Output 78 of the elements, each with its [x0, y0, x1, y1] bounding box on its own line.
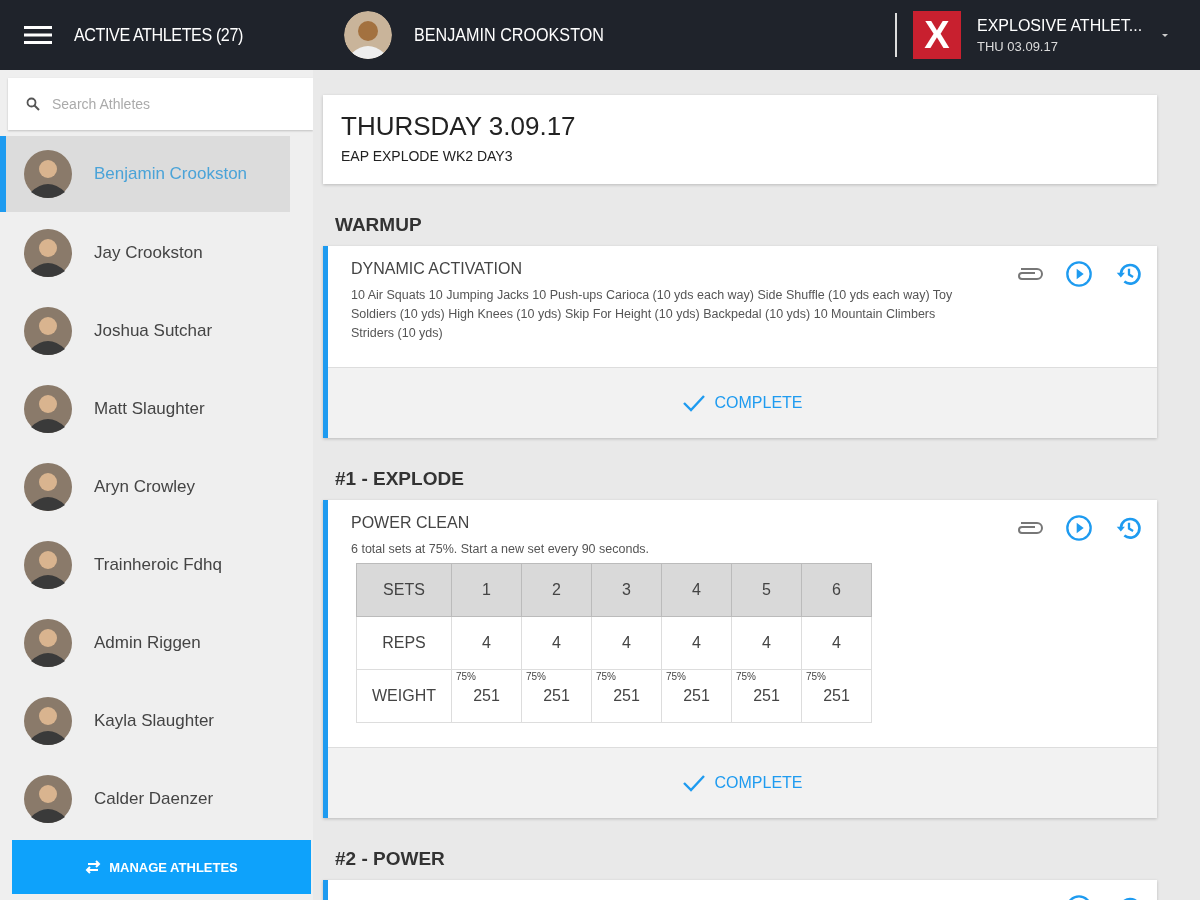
cell-value: 4	[622, 634, 631, 651]
exercise-description: 6 total sets at 75%. Start a new set every 90 seconds.	[351, 541, 651, 558]
avatar	[344, 11, 392, 59]
section-heading: #1 - EXPLODE	[335, 468, 465, 490]
percent-label: 75%	[456, 671, 476, 682]
menu-icon[interactable]	[24, 25, 52, 45]
avatar	[24, 385, 72, 433]
percent-label: 75%	[666, 671, 686, 682]
percent-label: 75%	[736, 671, 756, 682]
athlete-name: Kayla Slaughter	[94, 711, 215, 731]
athlete-item[interactable]: Trainheroic Fdhq	[0, 526, 290, 604]
cell-value: 4	[692, 634, 701, 651]
athlete-item[interactable]: Jay Crookston	[0, 214, 290, 292]
exercise-name: POWER CLEAN	[351, 514, 470, 532]
avatar	[24, 541, 72, 589]
avatar	[24, 697, 72, 745]
caret-icon[interactable]	[1162, 33, 1168, 37]
percent-label: 75%	[596, 671, 616, 682]
athlete-name: Benjamin Crookston	[94, 164, 248, 184]
logo: X	[913, 11, 961, 59]
athlete-item[interactable]: Matt Slaughter	[0, 370, 290, 448]
table-header-cell: 5	[731, 563, 802, 617]
avatar	[24, 150, 72, 198]
search-field[interactable]: Search Athletes	[8, 78, 313, 130]
cell-value: 251	[543, 687, 570, 704]
cell-value: 251	[753, 687, 780, 704]
cell-value: 251	[823, 687, 850, 704]
percent-label: 75%	[806, 671, 826, 682]
cell-value: 4	[832, 634, 841, 651]
exercise-description: 10 Air Squats 10 Jumping Jacks 10 Push-ups Carioca (10 yds each way) Side Shuffle (10 yds each way) Toy Soldiers (10 yds) High Knees (10 yds) Skip For Height (10 yds) Backpedal (10 yds) 10 Mountain Climbers Striders (10 yds)	[351, 287, 954, 342]
table-header-cell: 2	[521, 563, 592, 617]
cell-value: 4	[552, 634, 561, 651]
play-icon[interactable]	[1065, 260, 1093, 288]
athlete-item[interactable]: Calder Daenzer	[0, 760, 290, 838]
paperclip-icon[interactable]	[1015, 520, 1043, 536]
play-icon[interactable]	[1065, 514, 1093, 542]
avatar	[24, 775, 72, 823]
athlete-name: Joshua Sutchar	[94, 321, 213, 341]
cell-value: 251	[613, 687, 640, 704]
program-name[interactable]: EXPLOSIVE ATHLET...	[977, 16, 1162, 35]
athlete-item[interactable]: Joshua Sutchar	[0, 292, 290, 370]
avatar	[24, 463, 72, 511]
athlete-name: Trainheroic Fdhq	[94, 555, 222, 575]
paperclip-icon[interactable]	[1015, 266, 1043, 282]
table-header-cell: 6	[801, 563, 872, 617]
avatar	[24, 307, 72, 355]
cell-value: 251	[683, 687, 710, 704]
check-icon	[682, 774, 707, 792]
day-title: THURSDAY 3.09.17	[341, 111, 577, 142]
table-cell: WEIGHT	[356, 669, 452, 723]
table-cell: REPS	[356, 616, 452, 670]
athlete-item[interactable]: Admin Riggen	[0, 604, 290, 682]
section-heading: WARMUP	[335, 214, 423, 236]
workout-name: EAP EXPLODE WK2 DAY3	[341, 148, 514, 164]
exercise-name: DYNAMIC ACTIVATION	[351, 260, 522, 278]
cell-value: 251	[473, 687, 500, 704]
athlete-name: BENJAMIN CROOKSTON	[414, 24, 605, 46]
avatar	[24, 229, 72, 277]
athlete-name: Matt Slaughter	[94, 399, 205, 419]
section-heading: #2 - POWER	[335, 848, 446, 870]
athlete-name: Admin Riggen	[94, 633, 201, 653]
athlete-name: Jay Crookston	[94, 243, 203, 263]
table-header-cell: 1	[451, 563, 522, 617]
header-title: ACTIVE ATHLETES (27)	[74, 24, 244, 46]
athlete-item[interactable]: Aryn Crowley	[0, 448, 290, 526]
cell-value: 4	[762, 634, 771, 651]
table-header-cell: SETS	[356, 563, 452, 617]
athlete-name: Calder Daenzer	[94, 789, 214, 809]
swap-icon	[85, 860, 102, 874]
check-icon	[682, 394, 707, 412]
cell-value: 4	[482, 634, 491, 651]
table-header-cell: 4	[661, 563, 732, 617]
percent-label: 75%	[526, 671, 546, 682]
athlete-name: Aryn Crowley	[94, 477, 196, 497]
table-header-cell: 3	[591, 563, 662, 617]
program-date: THU 03.09.17	[977, 38, 1059, 54]
avatar	[24, 619, 72, 667]
athlete-item[interactable]: Kayla Slaughter	[0, 682, 290, 760]
